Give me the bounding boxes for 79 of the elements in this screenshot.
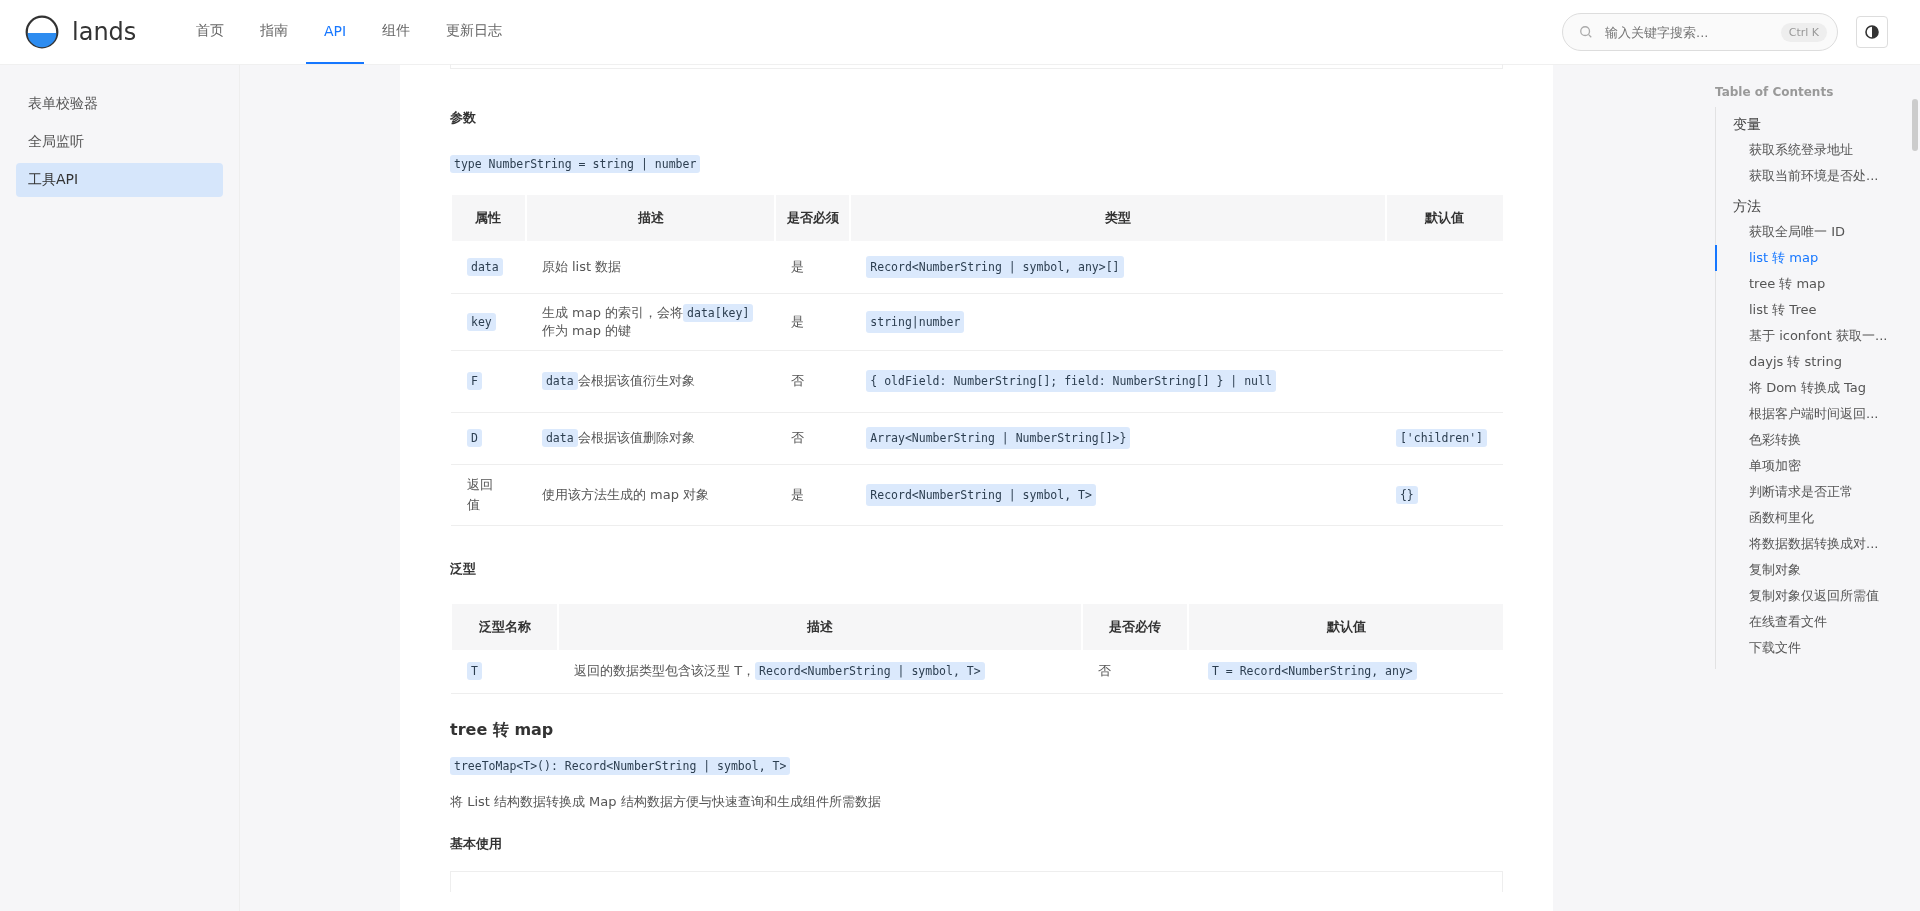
toc-link[interactable]: 在线查看文件 [1715, 609, 1920, 635]
sidebar-item[interactable]: 工具API [16, 163, 223, 197]
description-text: 使用该方法生成的 map 对象 [541, 485, 710, 504]
default-value: ['children'] [1395, 429, 1487, 447]
parameter-name: data [467, 257, 503, 276]
type-code: { oldField: NumberString[]; field: NumberString[] } | null [866, 370, 1276, 392]
toc-link[interactable]: list 转 Tree [1715, 297, 1920, 323]
toc-link[interactable]: 单项加密 [1715, 453, 1920, 479]
default-value: T = Record<NumberString, any> [1208, 662, 1417, 681]
shortcut-key: Ctrl K [1780, 22, 1827, 42]
required-value: 否 [791, 430, 805, 445]
section-heading: 泛型 [450, 559, 477, 578]
code-snippet: type NumberString = string | number [450, 155, 701, 173]
inline-code: data [541, 372, 578, 390]
toc-link[interactable]: 色彩转换 [1715, 427, 1920, 453]
toc-link[interactable]: 根据客户端时间返回... [1715, 401, 1920, 427]
toc-group-link[interactable]: 变量 [1715, 111, 1920, 137]
nav-link[interactable]: 更新日志 [428, 0, 521, 64]
default-value: {} [1395, 485, 1418, 504]
column-header: 属性 [451, 195, 526, 241]
type-code: Array<NumberString | NumberString[]>} [866, 427, 1131, 449]
parameter-name: F [467, 372, 482, 390]
required-value: 否 [791, 373, 805, 388]
parameter-name: 返回值 [467, 475, 493, 514]
inline-code: data[key] [683, 303, 754, 322]
section-heading: 参数 [450, 109, 477, 127]
inline-code: data [541, 429, 578, 447]
required-value: 是 [791, 486, 805, 502]
column-header: 默认值 [1385, 195, 1503, 241]
column-header: 是否必传 [1082, 603, 1188, 650]
description-text: 生成 map 的索引，会将 [541, 303, 684, 322]
description-text: 会根据该值衍生对象 [577, 372, 695, 390]
column-header: 是否必须 [775, 195, 851, 241]
toc-link[interactable]: 复制对象 [1715, 557, 1920, 583]
toc-link[interactable]: 下载文件 [1715, 635, 1920, 661]
parameter-name: D [467, 429, 482, 447]
type-code: string|number [866, 310, 965, 333]
toc-link[interactable]: 复制对象仅返回所需值 [1715, 583, 1920, 609]
nav-link[interactable]: 首页 [178, 0, 242, 64]
parameter-name: key [467, 312, 496, 331]
nav-link[interactable]: 组件 [364, 0, 429, 64]
sidebar-item[interactable]: 表单校验器 [16, 87, 223, 121]
toc-link[interactable]: list 转 map [1715, 245, 1920, 271]
function-signature: treeToMap<T>(): Record<NumberString | symbol, T> [450, 757, 791, 775]
toc-link[interactable]: 获取当前环境是否处... [1715, 163, 1920, 189]
column-header: 类型 [850, 195, 1386, 241]
section-heading: 基本使用 [450, 835, 503, 853]
toc-group-link[interactable]: 方法 [1715, 193, 1920, 219]
column-header: 默认值 [1188, 603, 1503, 650]
description-text: 返回的数据类型包含该泛型 T， [574, 663, 756, 679]
inline-code: Record<NumberString | symbol, T> [755, 662, 985, 681]
toc-link[interactable]: dayjs 转 string [1715, 349, 1920, 375]
toc-link[interactable]: 基于 iconfont 获取一... [1715, 323, 1920, 349]
type-code: Record<NumberString | symbol, T> [866, 483, 1096, 506]
toc-link[interactable]: 将 Dom 转换成 Tag [1715, 375, 1920, 401]
required-value: 是 [791, 258, 805, 274]
generic-name: T [467, 662, 482, 681]
description-text: 会根据该值删除对象 [577, 429, 695, 447]
toc-link[interactable]: 获取全局唯一 ID [1715, 219, 1920, 245]
toc-title: Table of Contents [1715, 85, 1835, 99]
toc-link[interactable]: 获取系统登录地址 [1715, 137, 1920, 163]
toc-link[interactable]: tree 转 map [1715, 271, 1920, 297]
search-input[interactable]: 输入关键字搜索... [1603, 23, 1781, 41]
site-logo-text[interactable]: lands [72, 18, 137, 46]
column-header: 描述 [525, 195, 776, 241]
section-title: tree 转 map [450, 720, 555, 741]
required-value: 是 [791, 313, 805, 329]
nav-link[interactable]: 指南 [242, 0, 306, 64]
required-value: 否 [1098, 663, 1111, 679]
type-code: Record<NumberString | symbol, any>[] [866, 255, 1124, 278]
description-paragraph: 将 List 结构数据转换成 Map 结构数据方便与快速查询和生成组件所需数据 [450, 793, 882, 811]
column-header: 描述 [558, 603, 1082, 650]
description-text: 作为 map 的键 [541, 321, 632, 340]
description-text: 原始 list 数据 [541, 257, 622, 276]
sidebar-item[interactable]: 全局监听 [16, 125, 223, 159]
toc-link[interactable]: 将数据数据转换成对... [1715, 531, 1920, 557]
column-header: 泛型名称 [451, 603, 558, 650]
toc-link[interactable]: 函数柯里化 [1715, 505, 1920, 531]
toc-link[interactable]: 判断请求是否正常 [1715, 479, 1920, 505]
